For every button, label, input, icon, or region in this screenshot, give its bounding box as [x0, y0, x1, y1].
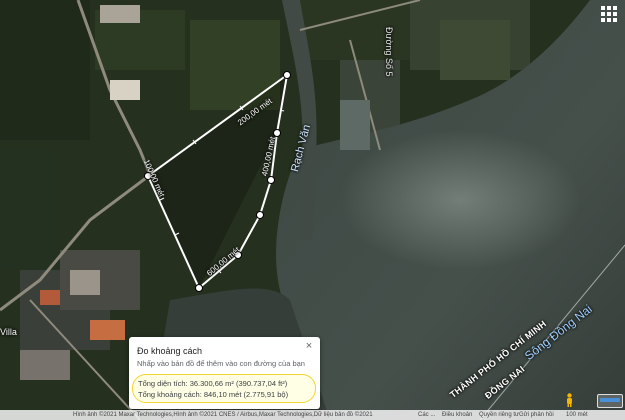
place-label: Villa [0, 327, 17, 337]
attribution-text: Hình ảnh ©2021 Maxar Technologies,Hình ả… [73, 412, 373, 418]
pegman-icon[interactable] [565, 393, 574, 407]
measure-point[interactable] [283, 71, 291, 79]
apps-grid-icon[interactable] [601, 6, 617, 22]
terms-link[interactable]: Điều khoản [442, 412, 472, 418]
scale-text: 100 mét [566, 412, 588, 418]
measure-point[interactable] [267, 176, 275, 184]
total-area: Tổng diện tích: 36.300,66 m² (390.737,04… [138, 379, 288, 388]
footer-link[interactable]: Các ... [418, 412, 435, 418]
privacy-link[interactable]: Quyền riêng tư [479, 412, 519, 418]
measure-title: Đo khoảng cách [137, 346, 203, 356]
total-distance: Tổng khoảng cách: 846,10 mét (2.775,91 b… [138, 390, 289, 399]
measure-point[interactable] [273, 129, 281, 137]
water-glare [340, 130, 580, 270]
measure-point[interactable] [195, 284, 203, 292]
measure-point[interactable] [256, 211, 264, 219]
map-footer: Hình ảnh ©2021 Maxar Technologies,Hình ả… [0, 410, 625, 420]
measure-distance-card: Đo khoảng cách × Nhấp vào bản đồ để thêm… [129, 337, 320, 409]
layer-toggle[interactable] [597, 394, 623, 408]
measure-hint: Nhấp vào bản đồ để thêm vào con đường củ… [137, 359, 305, 368]
measure-results: Tổng diện tích: 36.300,66 m² (390.737,04… [132, 374, 316, 403]
feedback-link[interactable]: Gửi phản hồi [519, 412, 554, 418]
road-label: Đường Số 5 [384, 27, 394, 77]
close-icon[interactable]: × [303, 340, 315, 352]
